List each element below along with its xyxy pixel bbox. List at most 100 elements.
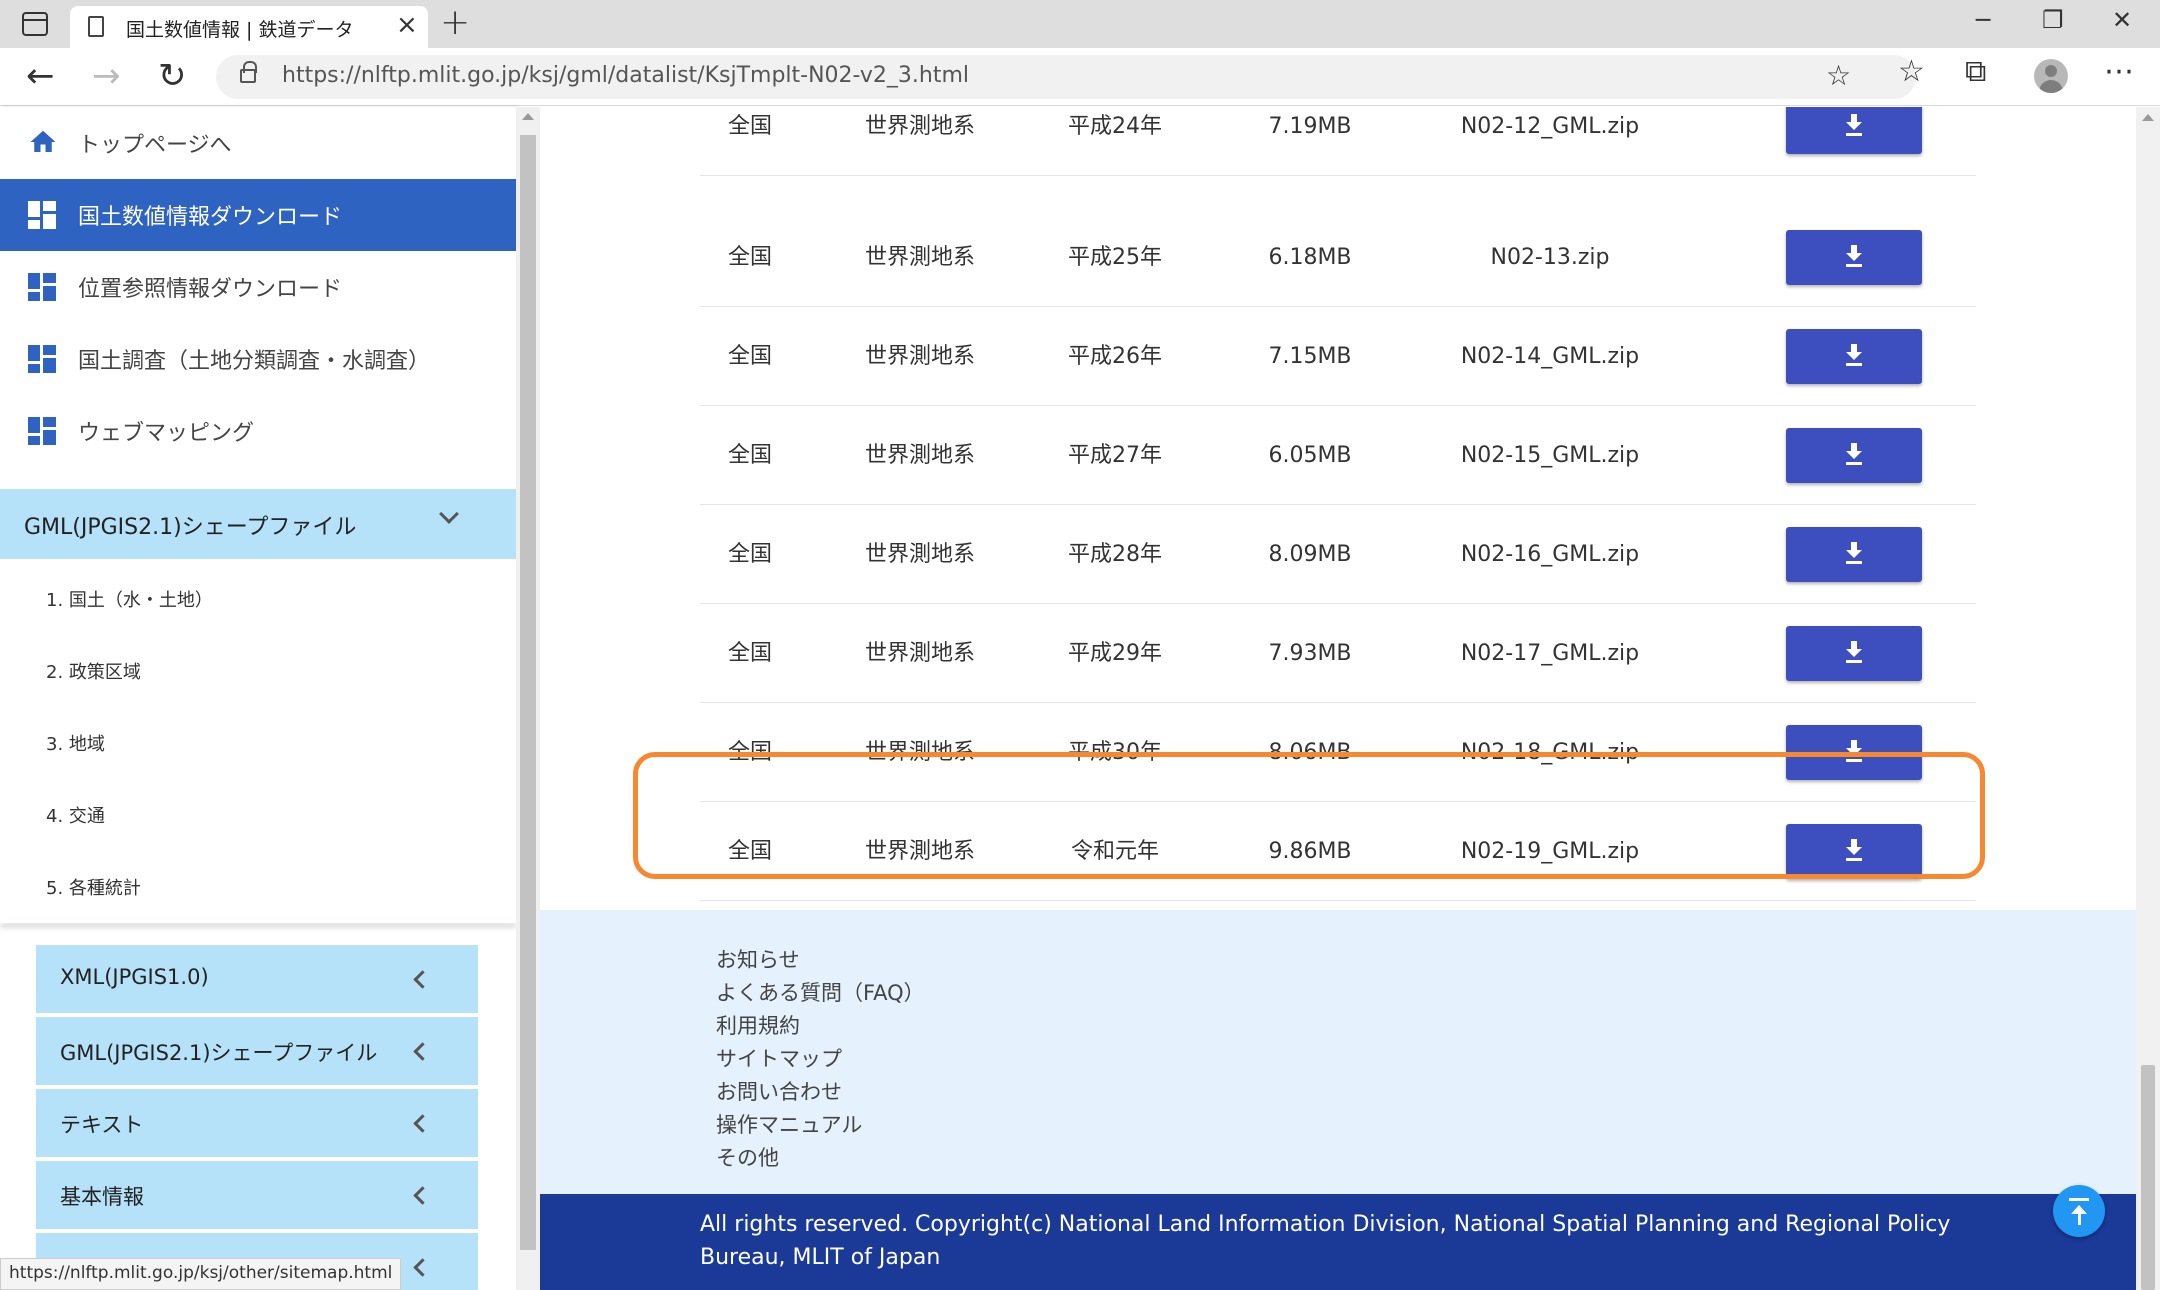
sub-item-statistics[interactable]: 5. 各種統計 [46, 874, 141, 900]
cell-file: N02-17_GML.zip [1460, 641, 1640, 666]
url-path: /ksj/gml/datalist/KsjTmplt-N02-v2_3.html [521, 63, 970, 88]
download-button[interactable] [1786, 329, 1922, 384]
restore-icon[interactable]: ❐ [2042, 6, 2064, 34]
section-header-gml[interactable]: GML(JPGIS2.1)シェープファイル [0, 489, 516, 559]
page-scroll-thumb[interactable] [2141, 1065, 2155, 1290]
download-icon [1846, 245, 1862, 267]
tab-actions-icon[interactable] [22, 12, 48, 36]
nav-item-web-mapping[interactable]: ウェブマッピング [0, 395, 516, 467]
tab-close-icon[interactable]: × [396, 10, 418, 40]
accordion-label: 基本情報 [60, 1185, 144, 1209]
lock-icon[interactable] [240, 61, 257, 83]
download-button[interactable] [1786, 527, 1922, 582]
nav-item-top[interactable]: トップページへ [0, 107, 516, 179]
download-button[interactable] [1786, 428, 1922, 483]
footer-link-contact[interactable]: お問い合わせ [716, 1076, 842, 1106]
cell-size: 6.05MB [1268, 443, 1352, 468]
url-text: https://nlftp.mlit.go.jp/ksj/gml/datalis… [282, 63, 969, 88]
accordion-gml[interactable]: GML(JPGIS2.1)シェープファイル [36, 1017, 478, 1085]
chevron-left-icon [413, 1042, 432, 1061]
chevron-left-icon [413, 1258, 432, 1277]
collections-icon[interactable]: ⧉ [1965, 54, 1986, 89]
cell-size: 7.15MB [1268, 344, 1352, 369]
browser-tab-bar: 国土数値情報 | 鉄道データ × + ─ ❐ ✕ [0, 0, 2160, 48]
cell-datum: 世界測地系 [864, 839, 975, 864]
cell-year: 平成25年 [1068, 245, 1162, 270]
nav-item-position-download[interactable]: 位置参照情報ダウンロード [0, 251, 516, 323]
url-field[interactable]: https://nlftp.mlit.go.jp/ksj/gml/datalis… [216, 55, 1916, 99]
download-button[interactable] [1786, 107, 1922, 154]
download-button[interactable] [1786, 824, 1922, 879]
cell-year: 平成29年 [1068, 641, 1162, 666]
home-icon [30, 130, 56, 152]
nav-label: トップページへ [78, 133, 232, 158]
nav-label: 位置参照情報ダウンロード [78, 277, 343, 302]
accordion-basic-info[interactable]: 基本情報 [36, 1161, 478, 1229]
accordion-xml[interactable]: XML(JPGIS1.0) [36, 945, 478, 1013]
cell-file: N02-14_GML.zip [1460, 344, 1640, 369]
scroll-up-icon[interactable] [522, 113, 534, 120]
cell-datum: 世界測地系 [864, 641, 975, 666]
accordion-label: XML(JPGIS1.0) [60, 965, 209, 989]
cell-file: N02-12_GML.zip [1460, 114, 1640, 139]
download-icon [1846, 114, 1862, 136]
more-icon[interactable]: ⋯ [2104, 54, 2134, 89]
accordion-text[interactable]: テキスト [36, 1089, 478, 1157]
cell-area: 全国 [727, 542, 772, 567]
table-row: 全国 世界測地系 平成26年 7.15MB N02-14_GML.zip [700, 307, 1976, 406]
download-icon [1846, 542, 1862, 564]
cell-file: N02-19_GML.zip [1460, 839, 1640, 864]
minimize-icon[interactable]: ─ [1976, 6, 1990, 34]
download-button[interactable] [1786, 725, 1922, 780]
download-button[interactable] [1786, 626, 1922, 681]
cell-area: 全国 [727, 114, 772, 139]
cell-datum: 世界測地系 [864, 245, 975, 270]
add-favorite-icon[interactable]: ☆ [1826, 59, 1851, 92]
sub-item-region[interactable]: 3. 地域 [46, 730, 105, 756]
sub-item-policy[interactable]: 2. 政策区域 [46, 658, 141, 684]
footer-link-faq[interactable]: よくある質問（FAQ） [716, 977, 925, 1007]
download-icon [1846, 740, 1862, 762]
address-bar: ← → ↻ https://nlftp.mlit.go.jp/ksj/gml/d… [0, 48, 2160, 106]
nav-item-land-survey[interactable]: 国土調査（土地分類調査・水調査） [0, 323, 516, 395]
cell-size: 9.86MB [1268, 839, 1352, 864]
footer-link-other[interactable]: その他 [716, 1142, 779, 1172]
footer-link-terms[interactable]: 利用規約 [716, 1010, 800, 1040]
chevron-down-icon [439, 504, 459, 524]
close-window-icon[interactable]: ✕ [2112, 6, 2132, 34]
cell-size: 8.09MB [1268, 542, 1352, 567]
footer-link-sitemap[interactable]: サイトマップ [716, 1043, 842, 1073]
url-host: https://nlftp.mlit.go.jp [282, 63, 522, 88]
sub-item-land[interactable]: 1. 国土（水・土地） [46, 586, 213, 612]
footer-links: お知らせ よくある質問（FAQ） 利用規約 サイトマップ お問い合わせ 操作マニ… [540, 910, 2136, 1194]
cell-area: 全国 [727, 443, 772, 468]
dashboard-icon [28, 201, 56, 229]
back-icon[interactable]: ← [26, 56, 55, 96]
nav-label: ウェブマッピング [78, 421, 255, 446]
cell-size: 8.06MB [1268, 740, 1352, 765]
nav-label: 国土数値情報ダウンロード [78, 205, 343, 230]
profile-avatar[interactable] [2034, 59, 2068, 93]
footer-link-manual[interactable]: 操作マニュアル [716, 1109, 862, 1139]
cell-datum: 世界測地系 [864, 542, 975, 567]
forward-icon[interactable]: → [92, 56, 121, 96]
new-tab-icon[interactable]: + [440, 2, 470, 43]
sub-item-transport[interactable]: 4. 交通 [46, 802, 105, 828]
refresh-icon[interactable]: ↻ [158, 56, 187, 96]
table-row: 全国 世界測地系 平成24年 7.19MB N02-12_GML.zip [700, 107, 1976, 176]
favorites-icon[interactable]: ☆ [1898, 54, 1925, 89]
table-row: 全国 世界測地系 令和元年 9.86MB N02-19_GML.zip [700, 802, 1976, 901]
accordion-label: テキスト [60, 1113, 144, 1137]
cell-year: 令和元年 [1070, 839, 1159, 864]
browser-tab[interactable]: 国土数値情報 | 鉄道データ × [70, 6, 428, 48]
scroll-up-icon[interactable] [2142, 114, 2154, 121]
cell-datum: 世界測地系 [864, 443, 975, 468]
cell-datum: 世界測地系 [864, 740, 975, 765]
nav-label: 国土調査（土地分類調査・水調査） [78, 349, 431, 374]
download-button[interactable] [1786, 230, 1922, 285]
cell-file: N02-18_GML.zip [1460, 740, 1640, 765]
footer-link-news[interactable]: お知らせ [716, 944, 800, 974]
sidebar-scroll-thumb[interactable] [520, 135, 536, 1250]
back-to-top-icon[interactable] [2053, 1185, 2105, 1237]
nav-item-ksj-download[interactable]: 国土数値情報ダウンロード [0, 179, 516, 251]
